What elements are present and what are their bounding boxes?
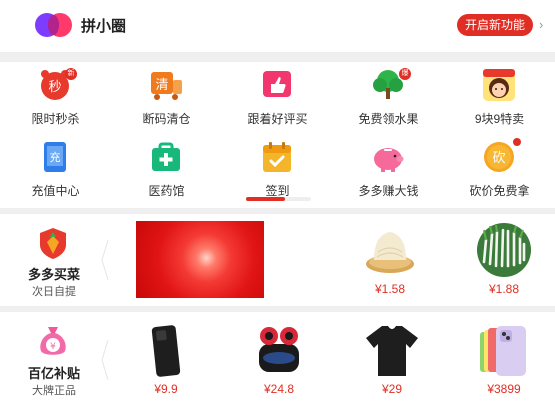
grid-item-label: 砍价免费拿 <box>469 184 530 198</box>
girl-avatar-icon <box>482 68 516 102</box>
subsidy-title: 百亿补贴 <box>27 366 80 381</box>
piggy-bank-icon <box>371 140 405 174</box>
product-price: ¥1.58 <box>374 282 406 296</box>
product-price: ¥1.88 <box>488 282 520 296</box>
feature-grid: 秒 新 限时秒杀 清 断码清仓 跟着好评买 爆 免费领水果 9块9特卖 充 充值… <box>0 62 555 208</box>
medicine-kit-icon <box>149 140 183 174</box>
grocery-subtitle: 次日自提 <box>32 286 76 298</box>
product-price: ¥3899 <box>487 382 521 396</box>
product-price: ¥29 <box>381 382 403 396</box>
svg-text:砍: 砍 <box>492 151 505 166</box>
smartphone-image <box>136 322 196 378</box>
grid-item-label: 跟着好评买 <box>247 112 308 126</box>
grid-item-label: 限时秒杀 <box>31 112 80 126</box>
grid-item-label: 断码清仓 <box>142 112 191 126</box>
svg-text:充: 充 <box>50 150 61 164</box>
subsidy-section[interactable]: ¥ 百亿补贴 大牌正品 ¥9.9 ¥24.8 ¥29 ¥3899 <box>0 312 555 406</box>
grid-item-bargain[interactable]: 砍 砍价免费拿 <box>444 134 555 198</box>
fruit-tree-icon: 爆 <box>371 68 411 102</box>
grocery-section[interactable]: 多多买菜 次日自提 ¥1.58 ¥1.88 <box>0 214 555 306</box>
grid-item-checkin[interactable]: 签到 <box>222 134 333 198</box>
grocery-title: 多多买菜 <box>27 267 80 282</box>
grid-item-label: 9块9特卖 <box>474 112 525 126</box>
pinxiaoquan-logo-icon <box>35 13 73 37</box>
grid-item-label: 医药馆 <box>148 184 185 198</box>
svg-text:¥: ¥ <box>50 342 56 352</box>
app-header: 拼小圈 开启新功能 › <box>0 0 555 52</box>
svg-text:秒: 秒 <box>48 80 61 95</box>
chevron-right-icon[interactable]: › <box>539 17 543 32</box>
grid-scroll-thumb <box>246 197 285 201</box>
alarm-clock-sec-icon: 秒 新 <box>38 68 77 102</box>
clearance-truck-icon: 清 <box>149 68 183 102</box>
black-tshirt-image <box>362 322 422 378</box>
svg-text:清: 清 <box>155 78 168 93</box>
page-title: 拼小圈 <box>81 18 127 35</box>
phone-recharge-icon: 充 <box>38 140 72 174</box>
section-divider <box>100 339 110 381</box>
product-price: ¥9.9 <box>154 382 178 396</box>
section-divider <box>100 239 110 281</box>
enable-feature-button[interactable]: 开启新功能 <box>457 14 534 36</box>
grid-scroll-indicator <box>246 197 311 201</box>
subsidy-subtitle: 大牌正品 <box>32 385 76 397</box>
carrot-shield-icon <box>37 226 69 260</box>
grid-item-99-sale[interactable]: 9块9特卖 <box>444 62 555 126</box>
dried-noodles-image <box>360 222 420 278</box>
money-bag-icon: ¥ <box>37 324 69 358</box>
grid-item-pharmacy[interactable]: 医药馆 <box>111 134 222 198</box>
grid-item-label: 免费领水果 <box>358 112 419 126</box>
thumbs-up-icon <box>260 68 294 102</box>
calendar-check-icon <box>260 140 294 174</box>
bargain-coin-icon: 砍 <box>482 137 522 174</box>
grid-item-follow-reviews[interactable]: 跟着好评买 <box>222 62 333 126</box>
iphone-image <box>474 322 534 378</box>
grid-item-flash-sale[interactable]: 秒 新 限时秒杀 <box>0 62 111 126</box>
green-onions-image <box>474 222 534 278</box>
grid-item-label: 充值中心 <box>31 184 80 198</box>
grid-item-recharge[interactable]: 充 充值中心 <box>0 134 111 198</box>
wireless-earbuds-image <box>249 322 309 378</box>
grocery-promo-banner[interactable] <box>136 221 264 298</box>
grid-item-earn-money[interactable]: 多多赚大钱 <box>333 134 444 198</box>
grid-item-free-fruit[interactable]: 爆 免费领水果 <box>333 62 444 126</box>
grid-item-clearance[interactable]: 清 断码清仓 <box>111 62 222 126</box>
product-price: ¥24.8 <box>263 382 295 396</box>
grid-item-label: 多多赚大钱 <box>358 184 419 198</box>
